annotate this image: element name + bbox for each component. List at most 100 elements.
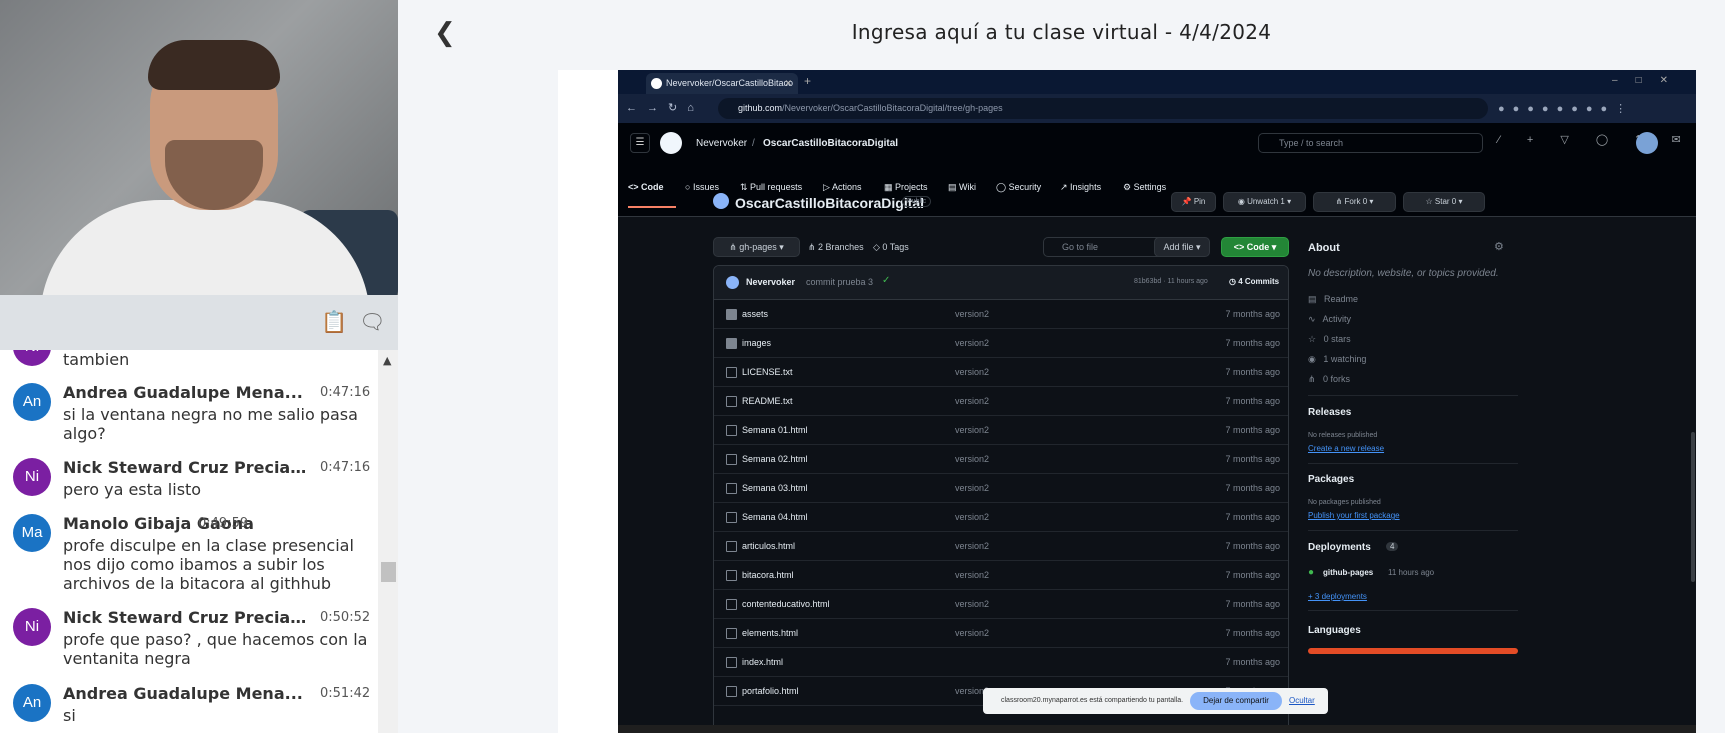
- page-scroll-thumb[interactable]: [1691, 432, 1695, 582]
- file-commit-message[interactable]: version2: [955, 396, 989, 406]
- add-file-button[interactable]: Add file ▾: [1154, 237, 1210, 257]
- file-name[interactable]: bitacora.html: [742, 570, 794, 580]
- forks-link[interactable]: ⋔ 0 forks: [1308, 374, 1350, 385]
- star-button[interactable]: ☆ Star 0 ▾: [1403, 192, 1485, 212]
- file-row[interactable]: assets version2 7 months ago: [714, 300, 1288, 329]
- stars-link[interactable]: ☆ 0 stars: [1308, 334, 1351, 345]
- file-row[interactable]: elements.html version2 7 months ago: [714, 619, 1288, 648]
- scroll-up-arrow-icon[interactable]: ▲: [383, 354, 391, 367]
- file-row[interactable]: Semana 04.html version2 7 months ago: [714, 503, 1288, 532]
- page-scrollbar[interactable]: [1690, 217, 1696, 725]
- tab-actions[interactable]: ▷ Actions: [823, 182, 861, 193]
- file-name[interactable]: index.html: [742, 657, 783, 667]
- commit-message[interactable]: commit prueba 3: [806, 277, 873, 287]
- pin-button[interactable]: 📌 Pin: [1171, 192, 1216, 212]
- header-action-icons[interactable]: ⁄ + ▽ ◯ ⇅ ✉: [1498, 133, 1693, 146]
- activity-label: Activity: [1322, 314, 1352, 324]
- file-name[interactable]: Semana 02.html: [742, 454, 808, 464]
- readme-link[interactable]: ▤ Readme: [1308, 294, 1358, 305]
- file-row[interactable]: Semana 01.html version2 7 months ago: [714, 416, 1288, 445]
- file-name[interactable]: README.txt: [742, 396, 793, 406]
- activity-link[interactable]: ∿ Activity: [1308, 314, 1351, 325]
- file-commit-message[interactable]: version2: [955, 338, 989, 348]
- file-name[interactable]: LICENSE.txt: [742, 367, 793, 377]
- repo-owner-link[interactable]: Nevervoker: [696, 138, 747, 149]
- window-controls-icon[interactable]: –□✕: [1612, 75, 1686, 86]
- file-commit-message[interactable]: version2: [955, 367, 989, 377]
- tags-link[interactable]: ◇ 0 Tags: [873, 242, 909, 253]
- file-commit-message[interactable]: version2: [955, 483, 989, 493]
- file-name[interactable]: contenteducativo.html: [742, 599, 830, 609]
- file-row[interactable]: images version2 7 months ago: [714, 329, 1288, 358]
- chat-bubbles-icon[interactable]: 🗨: [359, 309, 386, 335]
- file-commit-message[interactable]: version2: [955, 541, 989, 551]
- file-name[interactable]: Semana 03.html: [742, 483, 808, 493]
- tab-security[interactable]: ◯ Security: [996, 182, 1041, 193]
- commits-link[interactable]: ◷ 4 Commits: [1229, 277, 1279, 286]
- url-field[interactable]: github.com/Nevervoker/OscarCastilloBitac…: [718, 98, 1488, 119]
- publish-package-link[interactable]: Publish your first package: [1308, 511, 1400, 520]
- file-row[interactable]: Semana 02.html version2 7 months ago: [714, 445, 1288, 474]
- file-name[interactable]: assets: [742, 309, 768, 319]
- file-row[interactable]: Semana 03.html version2 7 months ago: [714, 474, 1288, 503]
- branches-link[interactable]: ⋔ 2 Branches: [808, 242, 864, 253]
- repo-name-link[interactable]: OscarCastilloBitacoraDigital: [763, 138, 898, 149]
- file-commit-message[interactable]: version2: [955, 309, 989, 319]
- chat-scrollbar[interactable]: ▲: [378, 350, 398, 733]
- file-row[interactable]: contenteducativo.html version2 7 months ag…: [714, 590, 1288, 619]
- file-commit-message[interactable]: version2: [955, 599, 989, 609]
- tab-settings[interactable]: ⚙ Settings: [1123, 182, 1166, 193]
- file-age: 7 months ago: [1225, 599, 1280, 609]
- deploy-env-link[interactable]: github-pages: [1323, 568, 1373, 577]
- file-age: 7 months ago: [1225, 541, 1280, 551]
- new-tab-icon[interactable]: +: [804, 74, 811, 88]
- hide-button[interactable]: Ocultar: [1289, 688, 1315, 714]
- file-name[interactable]: articulos.html: [742, 541, 795, 551]
- file-name[interactable]: Semana 04.html: [742, 512, 808, 522]
- tab-code[interactable]: <> Code: [628, 182, 664, 192]
- tab-pull-requests[interactable]: ⇅ Pull requests: [740, 182, 802, 193]
- extension-icons[interactable]: ●●●●●●●●⋮: [1498, 102, 1634, 115]
- repo-title[interactable]: OscarCastilloBitacoraDigital: [735, 195, 924, 211]
- unwatch-button[interactable]: ◉ Unwatch 1 ▾: [1223, 192, 1306, 212]
- file-commit-message[interactable]: version2: [955, 628, 989, 638]
- file-name[interactable]: images: [742, 338, 771, 348]
- file-row[interactable]: README.txt version2 7 months ago: [714, 387, 1288, 416]
- file-row[interactable]: index.html 7 months ago: [714, 648, 1288, 677]
- file-commit-message[interactable]: version2: [955, 425, 989, 435]
- branch-selector[interactable]: ⋔ gh-pages ▾: [713, 237, 800, 257]
- folder-icon: [726, 338, 737, 349]
- file-row[interactable]: bitacora.html version2 7 months ago: [714, 561, 1288, 590]
- commit-author[interactable]: Nevervoker: [746, 277, 795, 287]
- tab-wiki[interactable]: ▤ Wiki: [948, 182, 976, 193]
- commit-hash[interactable]: 81b63bd · 11 hours ago: [1134, 278, 1208, 285]
- fork-button[interactable]: ⋔ Fork 0 ▾: [1313, 192, 1396, 212]
- more-deployments-link[interactable]: + 3 deployments: [1308, 592, 1367, 601]
- file-name[interactable]: Semana 01.html: [742, 425, 808, 435]
- file-row[interactable]: articulos.html version2 7 months ago: [714, 532, 1288, 561]
- close-tab-icon[interactable]: ✕: [784, 73, 792, 94]
- file-name[interactable]: portafolio.html: [742, 686, 799, 696]
- stop-sharing-button[interactable]: Dejar de compartir: [1190, 692, 1282, 710]
- file-commit-message[interactable]: version2: [955, 454, 989, 464]
- tab-issues[interactable]: ○ Issues: [685, 182, 719, 192]
- github-logo-icon[interactable]: [660, 132, 682, 154]
- tab-projects[interactable]: ▦ Projects: [884, 182, 928, 193]
- menu-icon[interactable]: ☰: [630, 133, 650, 153]
- watching-link[interactable]: ◉ 1 watching: [1308, 354, 1366, 365]
- gear-icon[interactable]: ⚙: [1494, 240, 1504, 253]
- clipboard-icon[interactable]: 📋: [321, 309, 347, 335]
- search-input[interactable]: Type / to search: [1258, 133, 1483, 153]
- scroll-thumb[interactable]: [381, 562, 396, 582]
- browser-tab[interactable]: Nevervoker/OscarCastilloBitaco ✕: [646, 73, 798, 94]
- file-name[interactable]: elements.html: [742, 628, 798, 638]
- create-release-link[interactable]: Create a new release: [1308, 444, 1384, 453]
- file-commit-message[interactable]: version2: [955, 570, 989, 580]
- browser-nav-icons[interactable]: ←→↻⌂: [626, 101, 704, 114]
- file-commit-message[interactable]: version2: [955, 512, 989, 522]
- tab-insights[interactable]: ↗ Insights: [1060, 182, 1101, 193]
- commits-count: 4 Commits: [1238, 277, 1280, 286]
- user-avatar[interactable]: [1636, 132, 1658, 154]
- code-button[interactable]: <> Code ▾: [1221, 237, 1289, 257]
- file-row[interactable]: LICENSE.txt version2 7 months ago: [714, 358, 1288, 387]
